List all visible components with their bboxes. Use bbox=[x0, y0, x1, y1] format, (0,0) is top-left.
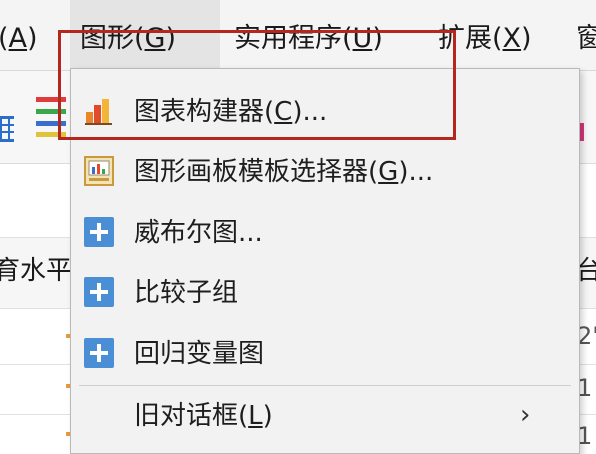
menu-item-label: 威布尔图... bbox=[134, 218, 263, 248]
menu-graphs-suffix: ) bbox=[165, 23, 177, 54]
chevron-right-icon: › bbox=[520, 400, 531, 430]
menu-item-compare-subgroups[interactable]: 比较子组 bbox=[72, 262, 578, 322]
graphs-dropdown-menu: 图表构建器(C)... 图形画板模板选择器(G)... 威布尔图... 比较子组… bbox=[70, 68, 580, 454]
menu-graphs-key: G bbox=[144, 23, 166, 54]
menu-bar: (A) 图形(G) 实用程序(U) 扩展(X) 窗 bbox=[0, 0, 596, 71]
menu-analyze-suffix: ) bbox=[27, 23, 38, 54]
plus-icon bbox=[84, 277, 114, 307]
menu-utilities[interactable]: 实用程序(U) bbox=[224, 0, 393, 70]
menu-item-graphboard-template-chooser[interactable]: 图形画板模板选择器(G)... bbox=[72, 141, 578, 201]
menu-extensions-key: X bbox=[502, 23, 522, 54]
graphboard-icon bbox=[84, 156, 114, 186]
menu-item-weibull-plot[interactable]: 威布尔图... bbox=[72, 202, 578, 262]
menu-utilities-key: U bbox=[352, 23, 373, 54]
variables-icon[interactable] bbox=[36, 97, 66, 137]
menu-window-label: 窗 bbox=[576, 23, 596, 54]
menu-item-label: 比较子组 bbox=[134, 278, 239, 308]
menu-utilities-suffix: ) bbox=[372, 23, 383, 54]
menu-analyze-prefix: ( bbox=[0, 23, 9, 54]
data-grid-icon[interactable] bbox=[0, 116, 14, 142]
menu-window[interactable]: 窗 bbox=[566, 0, 596, 70]
menu-analyze[interactable]: (A) bbox=[0, 0, 48, 70]
plus-icon bbox=[84, 338, 114, 368]
menu-item-label: 旧对话框(L) bbox=[134, 401, 273, 431]
menu-utilities-prefix: 实用程序( bbox=[234, 23, 353, 54]
menu-item-label: 图表构建器(C)... bbox=[134, 97, 328, 127]
menu-item-chart-builder[interactable]: 图表构建器(C)... bbox=[72, 81, 578, 141]
menu-extensions[interactable]: 扩展(X) bbox=[428, 0, 542, 70]
menu-item-regression-variable-plots[interactable]: 回归变量图 bbox=[72, 323, 578, 383]
menu-item-label: 回归变量图 bbox=[134, 339, 265, 369]
menu-item-legacy-dialogs[interactable]: 旧对话框(L) › bbox=[72, 385, 578, 445]
plus-icon bbox=[84, 217, 114, 247]
toolbar-accent-icon[interactable] bbox=[580, 123, 584, 141]
menu-graphs[interactable]: 图形(G) bbox=[70, 0, 220, 70]
menu-item-label: 图形画板模板选择器(G)... bbox=[134, 157, 434, 187]
menu-extensions-prefix: 扩展( bbox=[438, 23, 503, 54]
menu-extensions-suffix: ) bbox=[521, 23, 532, 54]
menu-graphs-prefix: 图形( bbox=[80, 23, 145, 54]
column-header-education[interactable]: 育水平 bbox=[0, 250, 72, 287]
menu-analyze-key: A bbox=[8, 23, 28, 54]
bar-chart-icon bbox=[85, 99, 112, 125]
